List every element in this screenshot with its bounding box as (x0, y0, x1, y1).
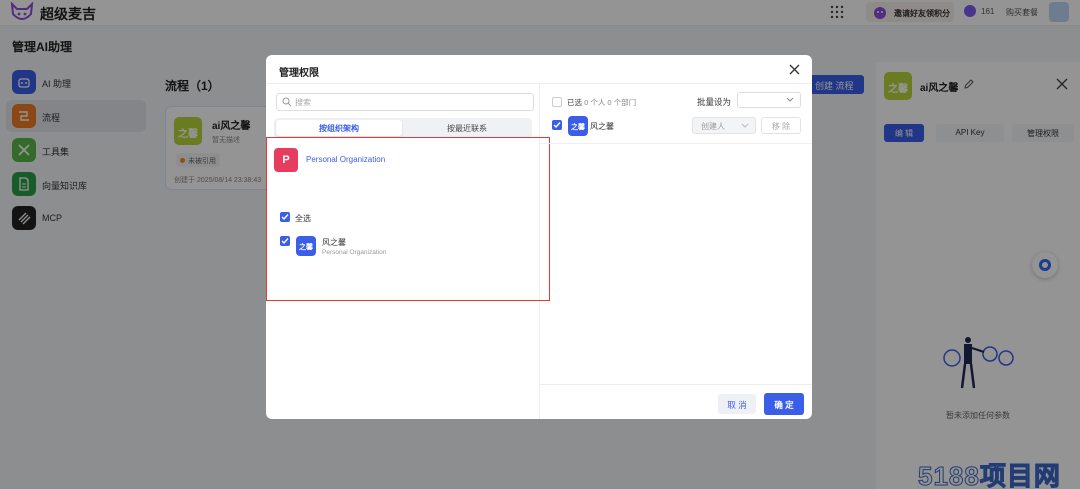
batch-role-select[interactable] (737, 92, 801, 108)
row-divider (540, 143, 812, 144)
search-input[interactable] (295, 96, 525, 108)
member-picker: 按组织架构 按最近联系 P Personal Organization 全选 之… (266, 83, 550, 419)
search-icon (282, 97, 292, 107)
role-select[interactable]: 创建人 (692, 117, 756, 134)
tab-by-org[interactable]: 按组织架构 (276, 120, 402, 136)
remove-button[interactable]: 移 除 (761, 117, 801, 134)
footer-divider (540, 384, 812, 385)
selected-members-panel: 已选 0 个人 0 个部门 批量设为 之馨 风之馨 创建人 移 除 取 消 确 … (540, 83, 812, 419)
batch-set-label: 批量设为 (697, 97, 732, 107)
check-icon (553, 122, 561, 129)
tab-by-recent[interactable]: 按最近联系 (404, 120, 530, 136)
chevron-down-icon (786, 97, 794, 102)
selected-counts: 0 个人 0 个部门 (584, 98, 637, 107)
chevron-down-icon (741, 123, 749, 128)
confirm-button[interactable]: 确 定 (764, 393, 804, 415)
selected-member-name: 风之馨 (590, 122, 614, 131)
search-box[interactable] (276, 93, 534, 111)
selected-member-avatar: 之馨 (568, 116, 588, 136)
cancel-button[interactable]: 取 消 (718, 394, 756, 414)
selected-member-checkbox[interactable] (552, 120, 562, 130)
highlight-box (266, 137, 550, 301)
select-all-selected-checkbox[interactable] (552, 97, 562, 107)
role-value: 创建人 (701, 122, 725, 131)
selected-label: 已选 (567, 98, 582, 107)
close-icon[interactable] (789, 64, 800, 75)
manage-permissions-modal: 管理权限 按组织架构 按最近联系 P Personal Organization… (266, 55, 812, 419)
modal-title: 管理权限 (279, 68, 319, 79)
view-switcher: 按组织架构 按最近联系 (274, 118, 532, 138)
selected-summary: 已选 0 个人 0 个部门 (567, 97, 636, 108)
